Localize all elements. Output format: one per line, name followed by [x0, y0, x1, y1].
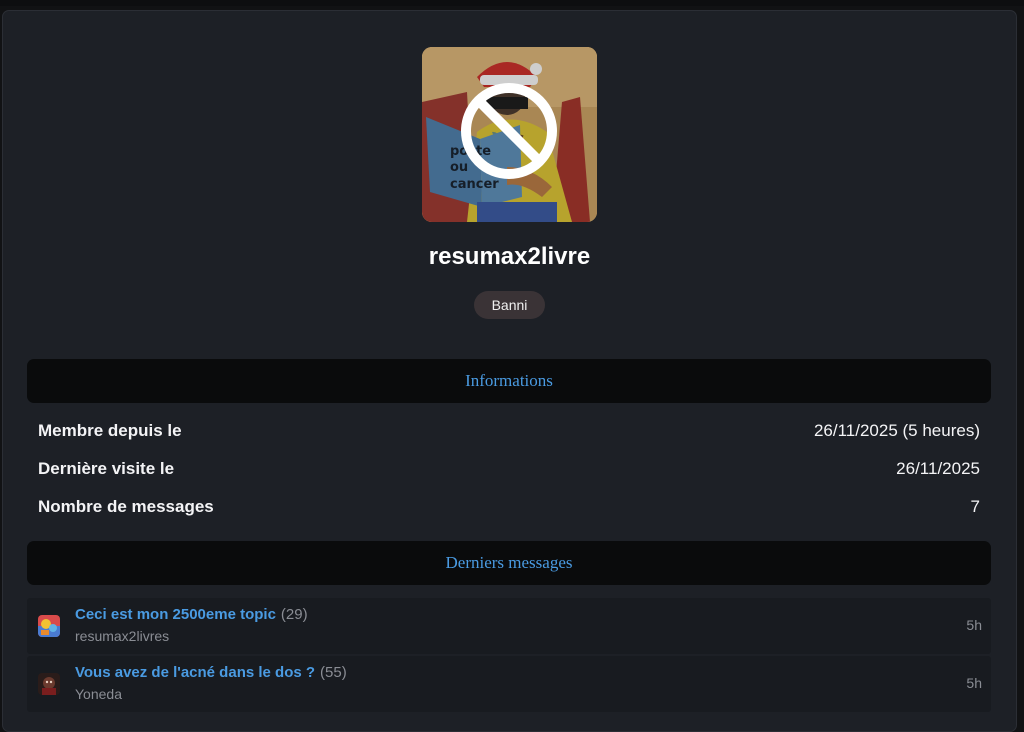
message-row[interactable]: Ceci est mon 2500eme topic (29) resumax2l… [27, 598, 991, 654]
message-topic-link[interactable]: Vous avez de l'acné dans le dos ? [75, 664, 315, 681]
info-row-message-count: Nombre de messages 7 [38, 495, 980, 519]
profile-username: resumax2livre [428, 243, 591, 270]
info-label: Dernière visite le [38, 459, 175, 478]
message-time: 5h [966, 675, 982, 691]
message-row[interactable]: Vous avez de l'acné dans le dos ? (55) Yo… [27, 656, 991, 712]
top-strip [0, 0, 1024, 6]
section-header-latest-messages: Derniers messages [27, 541, 991, 585]
info-label: Membre depuis le [38, 421, 182, 440]
message-author[interactable]: Yoneda [75, 686, 122, 702]
message-time: 5h [966, 617, 982, 633]
info-row-last-visit: Dernière visite le 26/11/2025 [38, 457, 980, 481]
message-topic-link[interactable]: Ceci est mon 2500eme topic [75, 606, 276, 623]
forum-avatar-icon [38, 615, 60, 637]
banned-avatar-image: poste ou cancer [422, 47, 597, 222]
info-value: 7 [970, 497, 980, 516]
status-badge: Banni [474, 291, 545, 319]
message-reply-count: (29) [280, 606, 308, 623]
message-author[interactable]: resumax2livres [75, 628, 169, 644]
info-value: 26/11/2025 (5 heures) [813, 421, 980, 440]
info-row-member-since: Membre depuis le 26/11/2025 (5 heures) [38, 419, 980, 443]
profile-avatar: poste ou cancer [422, 47, 597, 222]
info-value: 26/11/2025 [896, 459, 980, 478]
info-label: Nombre de messages [38, 497, 214, 516]
section-header-informations: Informations [27, 359, 991, 403]
profile-card: poste ou cancer resumax2livre Banni Info… [2, 10, 1017, 732]
forum-avatar-icon [38, 673, 60, 695]
message-reply-count: (55) [320, 664, 347, 681]
